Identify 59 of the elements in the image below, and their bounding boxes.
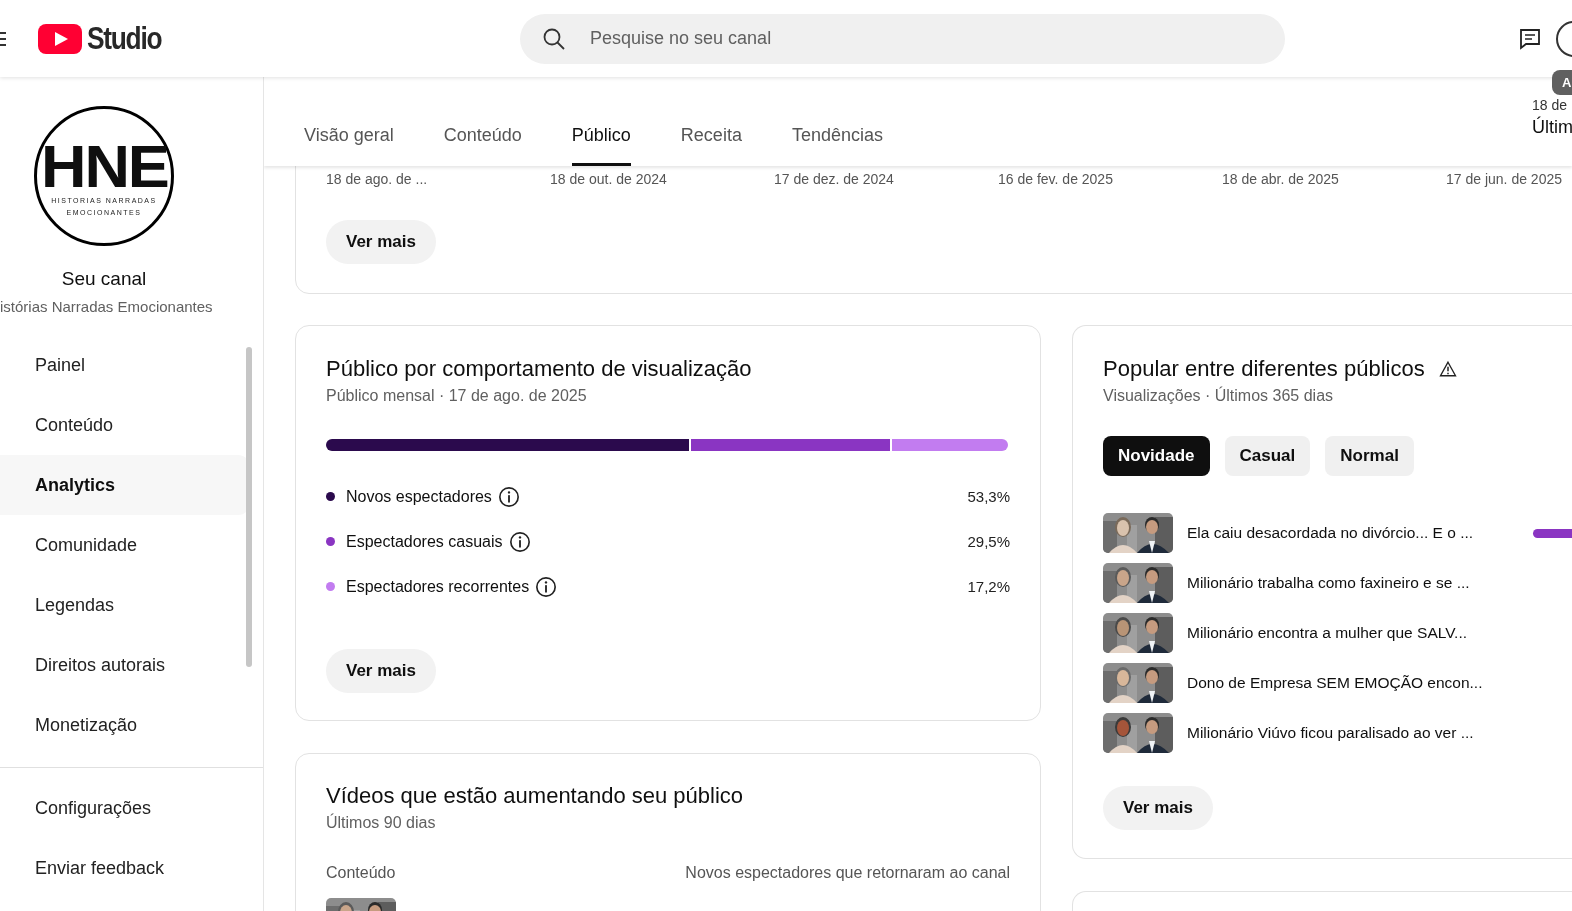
account-badge: A xyxy=(1552,70,1572,95)
axis-label: 18 de ago. de ... xyxy=(326,170,429,189)
logo-initials: HNE xyxy=(40,139,168,195)
channel-title: Seu canal xyxy=(61,268,147,290)
nav-item[interactable]: Painel xyxy=(0,335,250,395)
date-range-text: 18 de xyxy=(1532,97,1569,113)
play-logo-icon xyxy=(38,23,82,54)
nav-item[interactable]: Comunidade xyxy=(0,515,250,575)
menu-icon[interactable] xyxy=(0,29,6,48)
see-more-button[interactable]: Ver mais xyxy=(326,649,436,693)
popularity-bar xyxy=(1533,528,1572,538)
column-header: Novos espectadores que retornaram ao canal xyxy=(685,864,1010,882)
tab[interactable]: Tendências xyxy=(791,125,883,166)
legend-value: 53,3% xyxy=(967,488,1010,505)
card-title: Popular entre diferentes públicos xyxy=(1103,355,1425,383)
video-title[interactable]: Ela caiu desacordada no divórcio... E o ... xyxy=(1187,524,1512,542)
info-icon[interactable] xyxy=(535,575,558,598)
nav-item[interactable]: Configurações xyxy=(0,778,263,838)
video-title[interactable]: Milionário trabalha como faxineiro e se ... xyxy=(1187,574,1512,592)
legend-value: 17,2% xyxy=(967,578,1010,595)
logo-text: Studio xyxy=(87,20,162,57)
axis-label: 16 de fev. de 2025 xyxy=(998,170,1114,189)
filter-chip[interactable]: Novidade xyxy=(1103,436,1210,476)
card-subtitle: Últimos 90 dias xyxy=(326,814,437,832)
channel-name: istórias Narradas Emocionantes xyxy=(0,298,213,315)
info-icon[interactable] xyxy=(497,485,520,508)
filter-chip[interactable]: Casual xyxy=(1224,436,1311,476)
legend-label: Espectadores recorrentes xyxy=(346,577,530,596)
tab[interactable]: Receita xyxy=(680,125,742,166)
tab[interactable]: Visão geral xyxy=(304,125,394,166)
warning-icon[interactable] xyxy=(1438,360,1457,378)
see-more-button[interactable]: Ver mais xyxy=(1103,786,1213,830)
nav-item[interactable]: Monetização xyxy=(0,695,250,755)
axis-label: 18 de out. de 2024 xyxy=(550,170,668,189)
feedback-icon[interactable] xyxy=(1518,26,1542,51)
card-subtitle: Público mensal · 17 de ago. de 2025 xyxy=(326,387,588,405)
period-text[interactable]: Últim xyxy=(1532,117,1572,138)
nav-item[interactable]: Enviar feedback xyxy=(0,838,263,898)
legend-label: Novos espectadores xyxy=(346,487,492,506)
search-field[interactable]: Pesquise no seu canal xyxy=(520,13,1285,64)
filter-chip[interactable]: Normal xyxy=(1325,436,1414,476)
axis-label: 17 de jun. de 2025 xyxy=(1446,170,1563,189)
card-title: Público por comportamento de visualização xyxy=(326,355,753,383)
nav-item[interactable]: Direitos autorais xyxy=(0,635,250,695)
card-subtitle: Visualizações · Últimos 365 dias xyxy=(1103,387,1335,405)
legend-value: 29,5% xyxy=(967,533,1010,550)
axis-label: 17 de dez. de 2024 xyxy=(774,170,895,189)
video-title[interactable]: Milionário Viúvo ficou paralisado ao ver ... xyxy=(1187,724,1512,742)
card-title: Vídeos que estão aumentando seu público xyxy=(326,782,745,810)
video-title[interactable]: Milionário encontra a mulher que SALV... xyxy=(1187,624,1512,642)
nav-item[interactable]: Conteúdo xyxy=(0,395,250,455)
axis-label: 18 de abr. de 2025 xyxy=(1222,170,1340,189)
video-title[interactable]: Dono de Empresa SEM EMOÇÃO encon... xyxy=(1187,674,1512,692)
info-icon[interactable] xyxy=(508,530,531,553)
legend-label: Espectadores casuais xyxy=(346,532,503,551)
tab[interactable]: Conteúdo xyxy=(443,125,522,166)
column-header: Conteúdo xyxy=(326,864,396,882)
see-more-button[interactable]: Ver mais xyxy=(326,220,436,264)
nav-item[interactable]: Legendas xyxy=(0,575,250,635)
